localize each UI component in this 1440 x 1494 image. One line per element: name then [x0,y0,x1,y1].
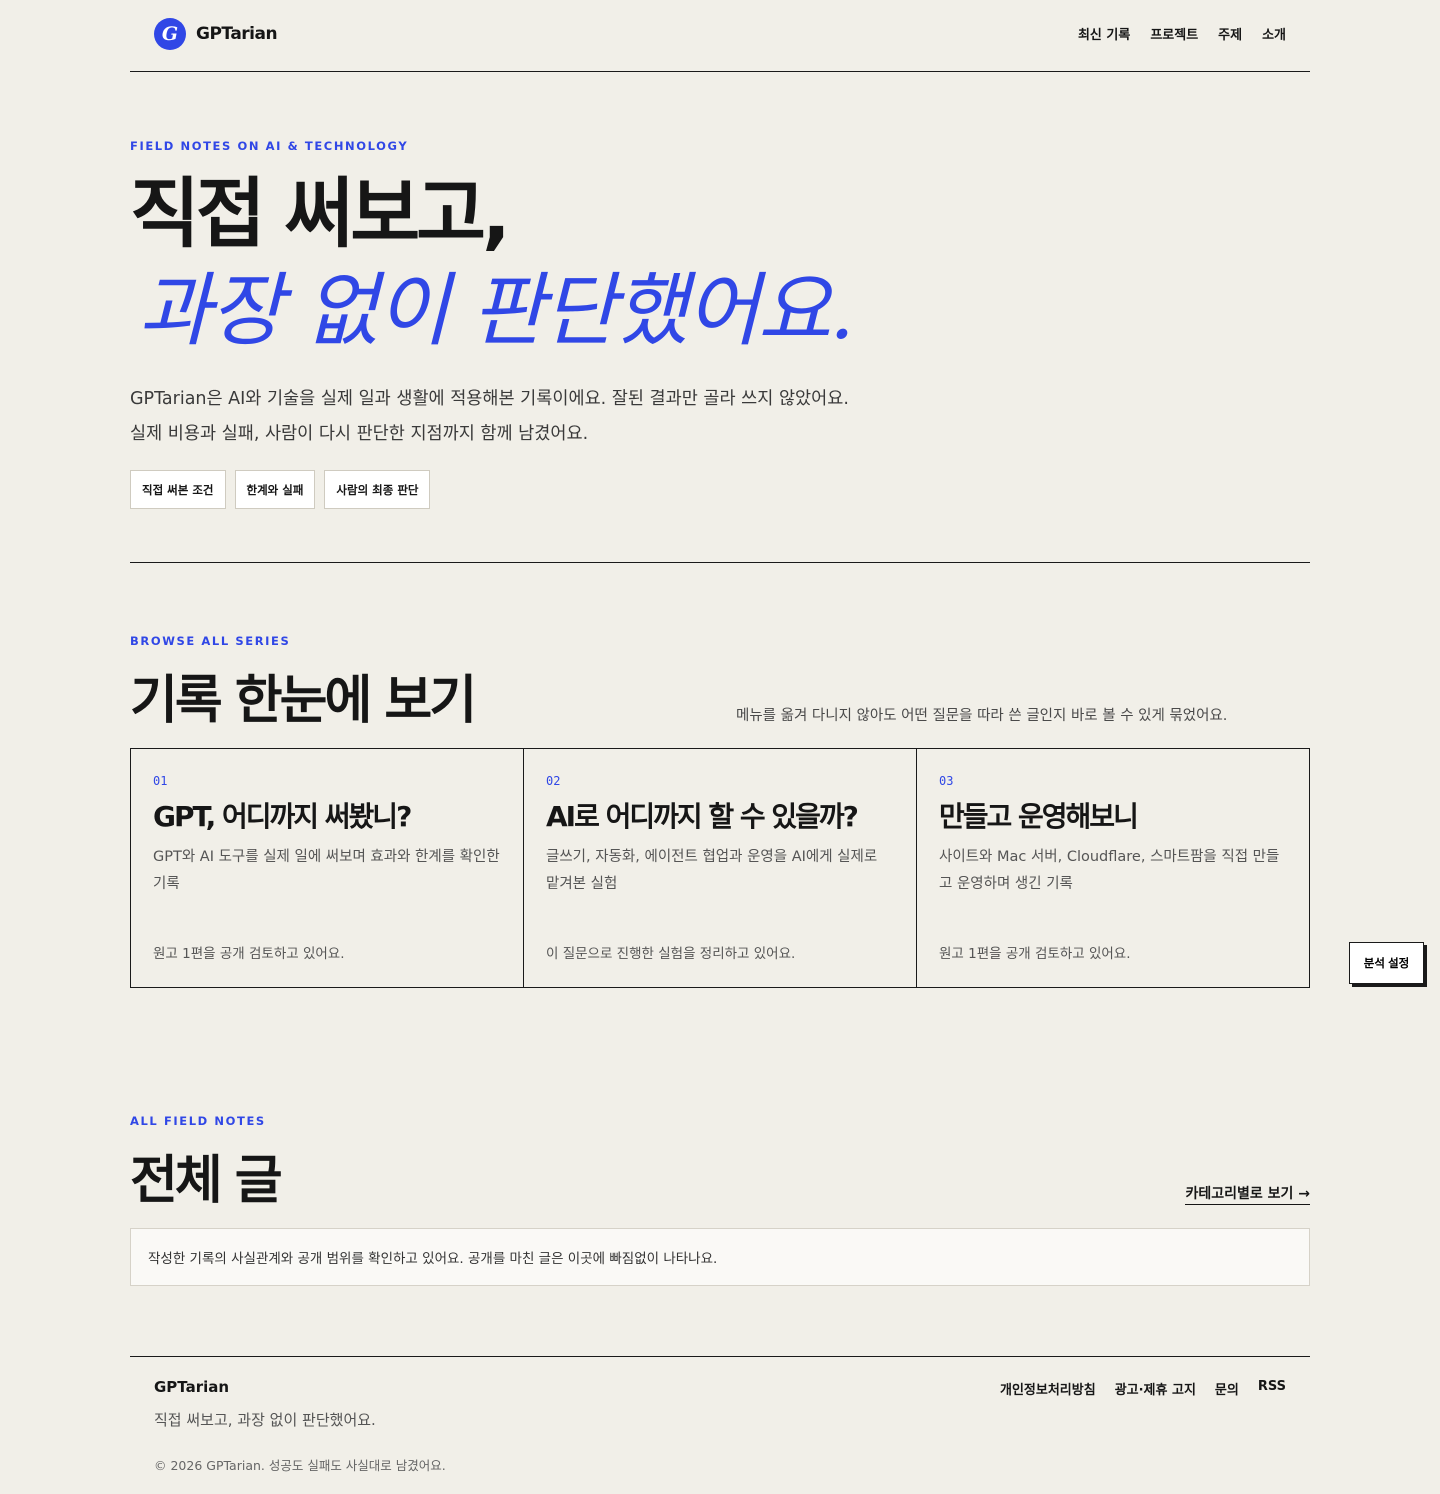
hero-description-line2: 실제 비용과 실패, 사람이 다시 판단한 지점까지 함께 남겼어요. [130,424,589,444]
footer-link-ads-disclosure[interactable]: 광고·제휴 고지 [1115,1379,1196,1398]
footer-brand: GPTarian [154,1378,230,1396]
chip-conditions[interactable]: 직접 써본 조건 [130,470,226,509]
series-card[interactable]: 03 만들고 운영해보니 사이트와 Mac 서버, Cloudflare, 스마… [917,749,1309,987]
notes-section: ALL FIELD NOTES 전체 글 카테고리별로 보기 → 작성한 기록의… [130,1114,1310,1286]
card-title: 만들고 운영해보니 [939,800,1139,833]
series-title: 기록 한눈에 보기 [130,671,477,731]
footer-link-contact[interactable]: 문의 [1215,1379,1239,1398]
hero-title-line1: 직접 써보고, [130,169,511,258]
footer-copyright: © 2026 GPTarian. 성공도 실패도 사실대로 남겼어요. [154,1458,446,1473]
hero-section: FIELD NOTES ON AI & TECHNOLOGY 직접 써보고, 과… [130,139,1310,563]
view-by-category-link[interactable]: 카테고리별로 보기 → [1185,1183,1310,1205]
nav-about[interactable]: 소개 [1262,24,1286,43]
site-footer: GPTarian 직접 써보고, 과장 없이 판단했어요. © 2026 GPT… [130,1356,1310,1494]
card-number: 02 [546,774,561,788]
card-status: 원고 1편을 공개 검토하고 있어요. [153,946,345,962]
site-name: GPTarian [196,24,278,44]
nav-topics[interactable]: 주제 [1218,24,1242,43]
footer-tagline: 직접 써보고, 과장 없이 판단했어요. [154,1411,376,1429]
site-logo[interactable]: G GPTarian [154,18,278,50]
notes-eyebrow: ALL FIELD NOTES [130,1114,266,1128]
card-status: 원고 1편을 공개 검토하고 있어요. [939,946,1131,962]
hero-title-line2: 과장 없이 판단했어요. [138,264,855,357]
card-title: AI로 어디까지 할 수 있을까? [546,800,859,833]
notes-title: 전체 글 [130,1151,283,1211]
card-status: 이 질문으로 진행한 실험을 정리하고 있어요. [546,946,796,962]
site-header: G GPTarian 최신 기록 프로젝트 주제 소개 [130,0,1310,72]
main-nav: 최신 기록 프로젝트 주제 소개 [1078,24,1286,43]
chip-limits[interactable]: 한계와 실패 [234,470,316,509]
chip-judgment[interactable]: 사람의 최종 판단 [324,470,431,509]
nav-latest[interactable]: 최신 기록 [1078,24,1130,43]
hero-chips: 직접 써본 조건 한계와 실패 사람의 최종 판단 [130,470,431,509]
card-number: 03 [939,774,954,788]
hero-eyebrow: FIELD NOTES ON AI & TECHNOLOGY [130,139,409,153]
nav-projects[interactable]: 프로젝트 [1150,24,1198,43]
series-card[interactable]: 01 GPT, 어디까지 써봤니? GPT와 AI 도구를 실제 일에 써보며 … [131,749,524,987]
hero-description-line1: GPTarian은 AI와 기술을 실제 일과 생활에 적용해본 기록이에요. … [130,389,849,409]
card-description: GPT와 AI 도구를 실제 일에 써보며 효과와 한계를 확인한 기록 [153,849,500,892]
analytics-settings-button[interactable]: 분석 설정 [1349,942,1424,984]
logo-mark-icon: G [154,18,186,50]
card-description: 글쓰기, 자동화, 에이전트 협업과 운영을 AI에게 실제로 맡겨본 실험 [546,849,878,892]
card-number: 01 [153,774,168,788]
series-eyebrow: BROWSE ALL SERIES [130,634,291,648]
footer-links: 개인정보처리방침 광고·제휴 고지 문의 RSS [1000,1379,1286,1398]
series-card[interactable]: 02 AI로 어디까지 할 수 있을까? 글쓰기, 자동화, 에이전트 협업과 … [524,749,917,987]
series-section: BROWSE ALL SERIES 기록 한눈에 보기 메뉴를 옮겨 다니지 않… [130,634,1310,988]
card-description: 사이트와 Mac 서버, Cloudflare, 스마트팜을 직접 만들고 운영… [939,849,1280,892]
footer-link-rss[interactable]: RSS [1258,1379,1286,1398]
footer-link-privacy[interactable]: 개인정보처리방침 [1000,1379,1096,1398]
series-note: 메뉴를 옮겨 다니지 않아도 어떤 질문을 따라 쓴 글인지 바로 볼 수 있게… [736,708,1228,724]
notes-empty-message: 작성한 기록의 사실관계와 공개 범위를 확인하고 있어요. 공개를 마친 글은… [130,1228,1310,1286]
series-cards: 01 GPT, 어디까지 써봤니? GPT와 AI 도구를 실제 일에 써보며 … [130,748,1310,988]
card-title: GPT, 어디까지 써봤니? [153,800,412,833]
hero-description: GPTarian은 AI와 기술을 실제 일과 생활에 적용해본 기록이에요. … [130,382,849,452]
